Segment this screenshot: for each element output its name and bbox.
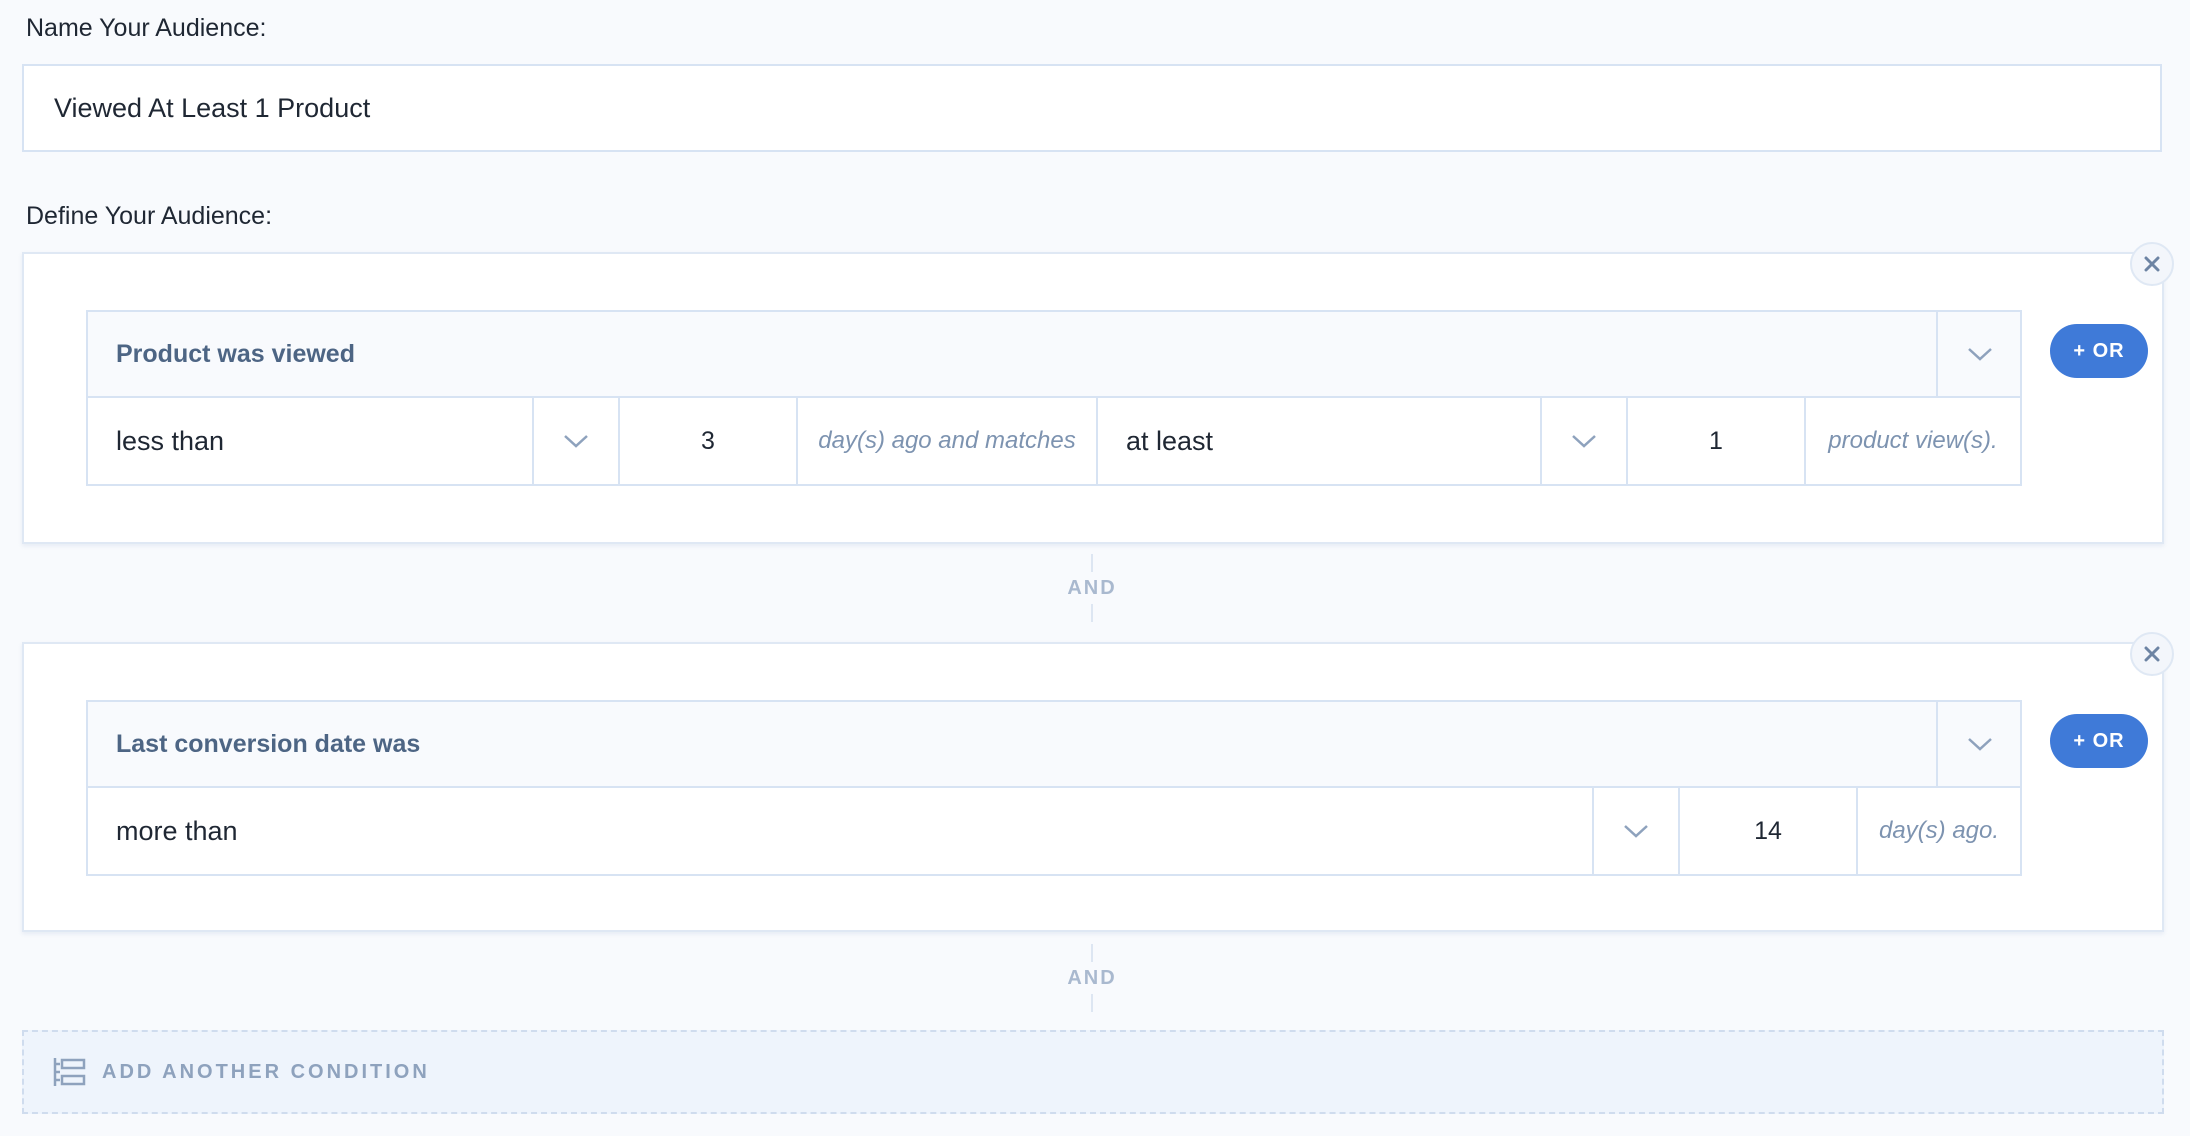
days-suffix: day(s) ago and matches [796,398,1096,484]
operator-caret[interactable] [532,398,618,484]
days-suffix: day(s) ago. [1856,788,2020,874]
count-suffix-text: product view(s). [1828,427,1998,454]
days-suffix-text: day(s) ago and matches [818,427,1076,454]
add-condition-button[interactable]: ADD ANOTHER CONDITION [22,1030,2164,1114]
audience-name-input[interactable] [22,64,2162,152]
count-operator-value: at least [1126,425,1214,456]
and-label: AND [1067,967,1117,989]
and-connector: AND [1052,554,1132,622]
condition-type-select-1[interactable]: Product was viewed [86,310,2022,398]
operator-value: less than [116,425,225,456]
operator-select[interactable]: less than [88,398,532,484]
name-audience-label: Name Your Audience: [26,14,267,42]
condition-type-select-2[interactable]: Last conversion date was [86,700,2022,788]
chevron-down-icon [1968,348,1992,361]
remove-condition-button[interactable] [2130,632,2174,676]
add-condition-icon [53,1058,86,1086]
condition-params-row-1: less than 3 day(s) ago and matches at le… [86,398,2022,486]
count-suffix: product view(s). [1804,398,2020,484]
and-label: AND [1067,577,1117,599]
count-operator-caret[interactable] [1540,398,1626,484]
chevron-down-icon [1624,825,1648,838]
add-condition-label: ADD ANOTHER CONDITION [102,1060,430,1083]
count-input[interactable]: 1 [1626,398,1804,484]
days-input[interactable]: 14 [1678,788,1856,874]
condition-type-caret[interactable] [1936,312,2022,396]
chevron-down-icon [1572,435,1596,448]
days-input[interactable]: 3 [618,398,796,484]
add-or-button[interactable]: + OR [2050,324,2148,378]
chevron-down-icon [564,435,588,448]
define-audience-label: Define Your Audience: [26,202,273,230]
add-or-button[interactable]: + OR [2050,714,2148,768]
count-operator-select[interactable]: at least [1096,398,1540,484]
and-connector: AND [1052,944,1132,1012]
condition-card-2: Last conversion date was more than 14 da… [22,642,2164,932]
days-suffix-text: day(s) ago. [1878,817,2000,844]
condition-type-caret[interactable] [1936,702,2022,786]
condition-params-row-2: more than 14 day(s) ago. [86,788,2022,876]
days-value: 14 [1754,816,1782,845]
remove-condition-button[interactable] [2130,242,2174,286]
condition-title: Product was viewed [116,340,355,368]
close-icon [2144,646,2160,662]
chevron-down-icon [1968,738,1992,751]
operator-caret[interactable] [1592,788,1678,874]
close-icon [2144,256,2160,272]
operator-select[interactable]: more than [88,788,1592,874]
operator-value: more than [116,815,238,846]
days-value: 3 [701,426,715,455]
count-value: 1 [1709,426,1723,455]
condition-title: Last conversion date was [116,730,421,758]
condition-card-1: Product was viewed less than 3 day(s) ag… [22,252,2164,544]
